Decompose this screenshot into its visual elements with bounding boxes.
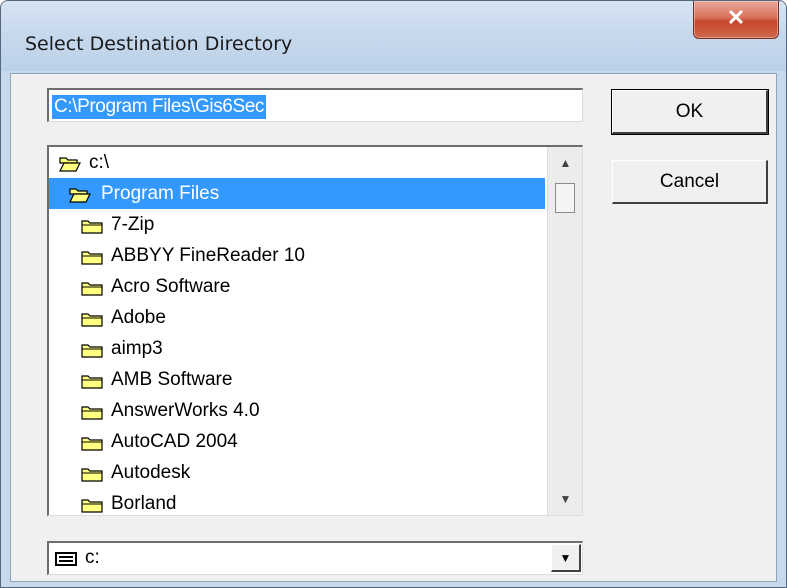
directory-item-label: 7-Zip	[111, 214, 155, 235]
folder-icon	[81, 499, 103, 513]
folder-icon	[81, 375, 103, 389]
scroll-up-button[interactable]: ▲	[548, 149, 582, 177]
directory-item-label: AutoCAD 2004	[111, 431, 238, 452]
directory-item-label: Borland	[111, 493, 177, 514]
chevron-down-icon: ▼	[559, 551, 572, 565]
folder-icon	[81, 251, 103, 265]
drive-dropdown-button[interactable]: ▼	[551, 544, 581, 572]
directory-item[interactable]: Adobe	[49, 302, 545, 333]
directory-item[interactable]: ABBYY FineReader 10	[49, 240, 545, 271]
ok-button[interactable]: OK	[611, 89, 769, 135]
directory-item-label: AnswerWorks 4.0	[111, 400, 260, 421]
directory-item[interactable]: Borland	[49, 488, 545, 515]
directory-item-label: Acro Software	[111, 276, 231, 297]
folder-icon	[81, 344, 103, 358]
folder-icon	[81, 406, 103, 420]
directory-item-label: Program Files	[101, 183, 220, 204]
folder-icon	[81, 437, 103, 451]
directory-item-label: Autodesk	[111, 462, 191, 483]
folder-icon	[81, 282, 103, 296]
directory-item[interactable]: aimp3	[49, 333, 545, 364]
dialog-window: Select Destination Directory ✕ C:\Progra…	[0, 0, 787, 588]
directory-item-label: aimp3	[111, 338, 163, 359]
open-folder-icon	[59, 157, 81, 172]
cancel-button[interactable]: Cancel	[612, 160, 768, 204]
drive-icon	[55, 552, 77, 566]
dialog-title: Select Destination Directory	[25, 33, 293, 55]
path-input-value: C:\Program Files\Gis6Sec	[52, 95, 267, 119]
chevron-down-icon: ▼	[559, 492, 572, 506]
directory-item[interactable]: Autodesk	[49, 457, 545, 488]
directory-item[interactable]: Acro Software	[49, 271, 545, 302]
directory-item-label: AMB Software	[111, 369, 233, 390]
directory-item[interactable]: c:\	[57, 147, 537, 178]
directory-list[interactable]: c:\ Program Files 7-Zip ABBYY FineReader 10…	[47, 145, 583, 516]
chevron-up-icon: ▲	[559, 156, 572, 170]
folder-icon	[81, 468, 103, 482]
drive-select[interactable]: c: ▼	[47, 541, 583, 575]
scroll-thumb[interactable]	[555, 183, 575, 213]
drive-select-value: c:	[85, 547, 100, 568]
directory-item[interactable]: 7-Zip	[49, 209, 545, 240]
directory-item-label: c:\	[89, 152, 110, 173]
dialog-client-area: C:\Program Files\Gis6Sec OK Cancel c:\ Pr…	[10, 73, 777, 582]
directory-item[interactable]: AMB Software	[49, 364, 545, 395]
open-folder-icon	[69, 188, 91, 203]
folder-icon	[81, 220, 103, 234]
directory-item[interactable]: Program Files	[49, 178, 545, 209]
close-icon: ✕	[726, 5, 746, 30]
directory-item-label: ABBYY FineReader 10	[111, 245, 305, 266]
scroll-down-button[interactable]: ▼	[548, 485, 582, 513]
directory-item[interactable]: AutoCAD 2004	[49, 426, 545, 457]
directory-item-label: Adobe	[111, 307, 166, 328]
directory-item[interactable]: AnswerWorks 4.0	[49, 395, 545, 426]
close-button[interactable]: ✕	[693, 1, 779, 39]
directory-list-scrollbar[interactable]: ▲ ▼	[547, 147, 582, 515]
title-bar[interactable]: Select Destination Directory ✕	[1, 1, 786, 71]
path-input[interactable]: C:\Program Files\Gis6Sec	[47, 88, 583, 122]
folder-icon	[81, 313, 103, 327]
